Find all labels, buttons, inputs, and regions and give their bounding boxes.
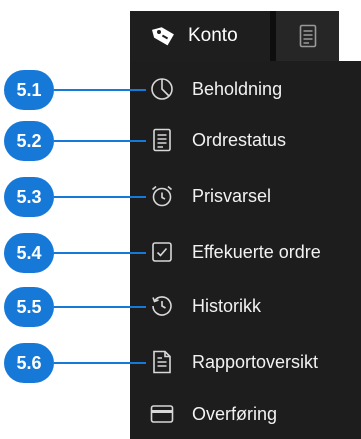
menu-item-effekuerte-ordre[interactable]: Effekuerte ordre bbox=[130, 227, 361, 277]
annotation-connector bbox=[54, 252, 146, 254]
report-icon bbox=[150, 350, 174, 374]
annotation-badge: 5.5 bbox=[4, 287, 54, 327]
annotation-connector bbox=[54, 140, 146, 142]
menu-item-rapportoversikt[interactable]: Rapportoversikt bbox=[130, 337, 361, 387]
menu-item-prisvarsel[interactable]: Prisvarsel bbox=[130, 171, 361, 221]
document-list-icon bbox=[150, 128, 174, 152]
document-tab[interactable] bbox=[276, 11, 339, 61]
document-icon bbox=[299, 24, 317, 48]
annotation-connector bbox=[54, 196, 146, 198]
annotation-badge: 5.4 bbox=[4, 233, 54, 273]
pie-chart-icon bbox=[150, 77, 174, 101]
menu-item-label: Ordrestatus bbox=[192, 129, 287, 150]
top-bar: Konto bbox=[130, 11, 339, 61]
account-dropdown-menu: Beholdning Ordrestatus Prisvarsel Effeku… bbox=[130, 61, 361, 439]
annotation-connector bbox=[54, 362, 146, 364]
alarm-clock-icon bbox=[150, 184, 174, 208]
konto-tab[interactable]: Konto bbox=[130, 11, 270, 61]
menu-item-label: Beholdning bbox=[192, 78, 283, 99]
annotation-badge: 5.6 bbox=[4, 343, 54, 383]
annotation-connector bbox=[54, 306, 146, 308]
annotation-connector bbox=[54, 89, 146, 91]
menu-item-label: Effekuerte ordre bbox=[192, 241, 321, 262]
menu-item-label: Overføring bbox=[192, 403, 278, 424]
tag-icon bbox=[152, 25, 176, 47]
history-icon bbox=[150, 294, 174, 318]
annotation-badge: 5.1 bbox=[4, 70, 54, 110]
checkbox-icon bbox=[150, 240, 174, 264]
menu-item-label: Prisvarsel bbox=[192, 185, 272, 206]
menu-item-label: Historikk bbox=[192, 295, 262, 316]
konto-label: Konto bbox=[188, 25, 238, 46]
annotation-badge: 5.3 bbox=[4, 177, 54, 217]
menu-item-overforing[interactable]: Overføring bbox=[130, 389, 361, 439]
menu-item-label: Rapportoversikt bbox=[192, 351, 319, 372]
card-icon bbox=[150, 402, 174, 426]
menu-item-ordrestatus[interactable]: Ordrestatus bbox=[130, 115, 361, 165]
menu-item-historikk[interactable]: Historikk bbox=[130, 281, 361, 331]
menu-item-beholdning[interactable]: Beholdning bbox=[130, 64, 361, 114]
annotation-badge: 5.2 bbox=[4, 121, 54, 161]
